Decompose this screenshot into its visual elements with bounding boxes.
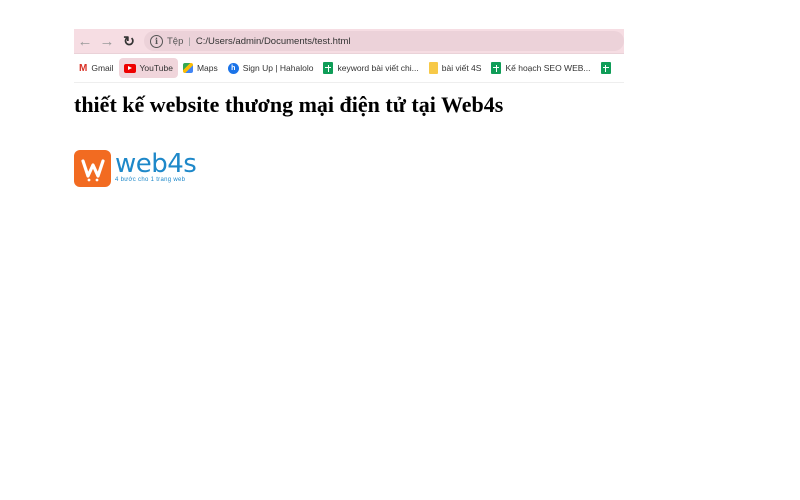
hahalolo-icon: h: [227, 62, 239, 74]
info-icon[interactable]: i: [150, 34, 163, 48]
address-url[interactable]: C:/Users/admin/Documents/test.html: [196, 36, 351, 47]
forward-button[interactable]: →: [96, 29, 118, 53]
sheets-icon: [323, 62, 334, 74]
bookmark-seo-plan[interactable]: Kế hoạch SEO WEB...: [486, 58, 595, 78]
logo-tagline: 4 bước cho 1 trang web: [115, 177, 186, 183]
bookmark-label: YouTube: [139, 63, 173, 73]
address-bar[interactable]: i Tệp | C:/Users/admin/Documents/test.ht…: [144, 31, 624, 51]
logo-wordmark: web4s: [115, 149, 197, 179]
bookmark-label: keyword bài viết chi...: [337, 63, 419, 73]
web4s-logo: web4s 4 bước cho 1 trang web: [74, 149, 197, 187]
note-icon: [428, 62, 438, 74]
page-title: thiết kế website thương mại điện tử tại …: [74, 92, 504, 117]
arrow-left-icon: ←: [77, 32, 93, 50]
bookmark-label: Sign Up | Hahalolo: [242, 63, 314, 73]
bookmark-hahalolo[interactable]: h Sign Up | Hahalolo: [223, 58, 319, 78]
browser-toolbar: ← → ↻ i Tệp | C:/Users/admin/Documents/t…: [74, 29, 624, 54]
back-button[interactable]: ←: [74, 29, 96, 53]
reload-button[interactable]: ↻: [118, 29, 140, 53]
sheets-icon: [600, 62, 611, 74]
bookmark-more[interactable]: [596, 58, 620, 78]
bookmark-maps[interactable]: Maps: [178, 58, 223, 78]
browser-window: ← → ↻ i Tệp | C:/Users/admin/Documents/t…: [74, 29, 624, 83]
bookmark-label: Gmail: [91, 63, 114, 73]
bookmark-youtube[interactable]: YouTube: [118, 58, 178, 78]
arrow-right-icon: →: [99, 32, 115, 50]
bookmark-bai-viet[interactable]: bài viết 4S: [424, 58, 487, 78]
bookmark-keyword-sheet[interactable]: keyword bài viết chi...: [318, 58, 423, 78]
bookmark-label: Maps: [196, 63, 218, 73]
address-separator: |: [188, 35, 191, 47]
bookmark-label: bài viết 4S: [441, 63, 482, 73]
web4s-logo-text: web4s 4 bước cho 1 trang web: [115, 149, 197, 183]
address-scheme-label: Tệp: [167, 35, 184, 47]
reload-icon: ↻: [123, 32, 135, 49]
sheets-icon: [491, 62, 502, 74]
bookmark-label: Kế hoạch SEO WEB...: [505, 63, 591, 73]
bookmarks-bar: M Gmail YouTube Maps h Sign Up | Hahalol…: [74, 54, 624, 83]
gmail-icon: M: [79, 62, 88, 74]
youtube-icon: [123, 63, 136, 73]
maps-icon: [182, 63, 193, 73]
web4s-logo-mark: [74, 150, 111, 187]
bookmark-gmail[interactable]: M Gmail: [74, 58, 119, 78]
web4s-w-icon: [80, 158, 105, 181]
